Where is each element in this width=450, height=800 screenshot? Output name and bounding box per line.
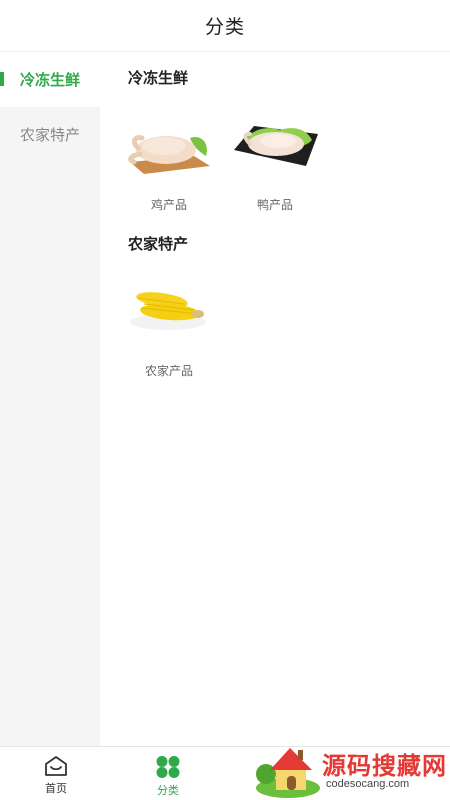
home-icon bbox=[45, 756, 67, 776]
top-bar: 分类 bbox=[0, 0, 450, 52]
section-title-frozen-fresh: 冷冻生鲜 bbox=[128, 69, 189, 87]
chicken-icon bbox=[128, 135, 210, 174]
tab-home[interactable]: 首页 bbox=[6, 747, 106, 800]
sidebar-item-farm-specialty[interactable]: 农家特产 bbox=[0, 107, 100, 162]
category-content: 冷冻生鲜 鸡产品 鸭产品 农家特产 农家产品 bbox=[100, 52, 450, 746]
sidebar-item-label: 农家特产 bbox=[19, 126, 80, 144]
product-duck[interactable]: 鸭产品 bbox=[230, 112, 320, 213]
product-name: 农家产品 bbox=[144, 364, 193, 378]
watermark-title: 源码搜藏网 bbox=[322, 752, 447, 780]
watermark-logo: 源码搜藏网 codesocang.com bbox=[252, 740, 450, 800]
product-chicken[interactable]: 鸡产品 bbox=[124, 112, 214, 213]
category-sidebar: 冷冻生鲜 农家特产 bbox=[0, 52, 100, 746]
product-name: 鸭产品 bbox=[256, 198, 293, 212]
tab-label: 分类 bbox=[157, 784, 179, 797]
active-indicator bbox=[0, 72, 4, 86]
section-title-farm-specialty: 农家特产 bbox=[128, 235, 189, 253]
watermark-url: codesocang.com bbox=[326, 778, 410, 790]
product-farm[interactable]: 农家产品 bbox=[124, 278, 214, 379]
product-name: 鸡产品 bbox=[150, 198, 187, 212]
duck-icon bbox=[234, 126, 318, 166]
sidebar-item-label: 冷冻生鲜 bbox=[19, 71, 80, 89]
corn-icon bbox=[130, 292, 206, 330]
house-logo-icon bbox=[256, 748, 320, 798]
page-title: 分类 bbox=[204, 16, 245, 38]
tab-category[interactable]: 分类 bbox=[118, 747, 218, 800]
sidebar-item-frozen-fresh[interactable]: 冷冻生鲜 bbox=[0, 52, 100, 107]
category-icon bbox=[156, 756, 180, 778]
tab-label: 首页 bbox=[45, 782, 67, 795]
